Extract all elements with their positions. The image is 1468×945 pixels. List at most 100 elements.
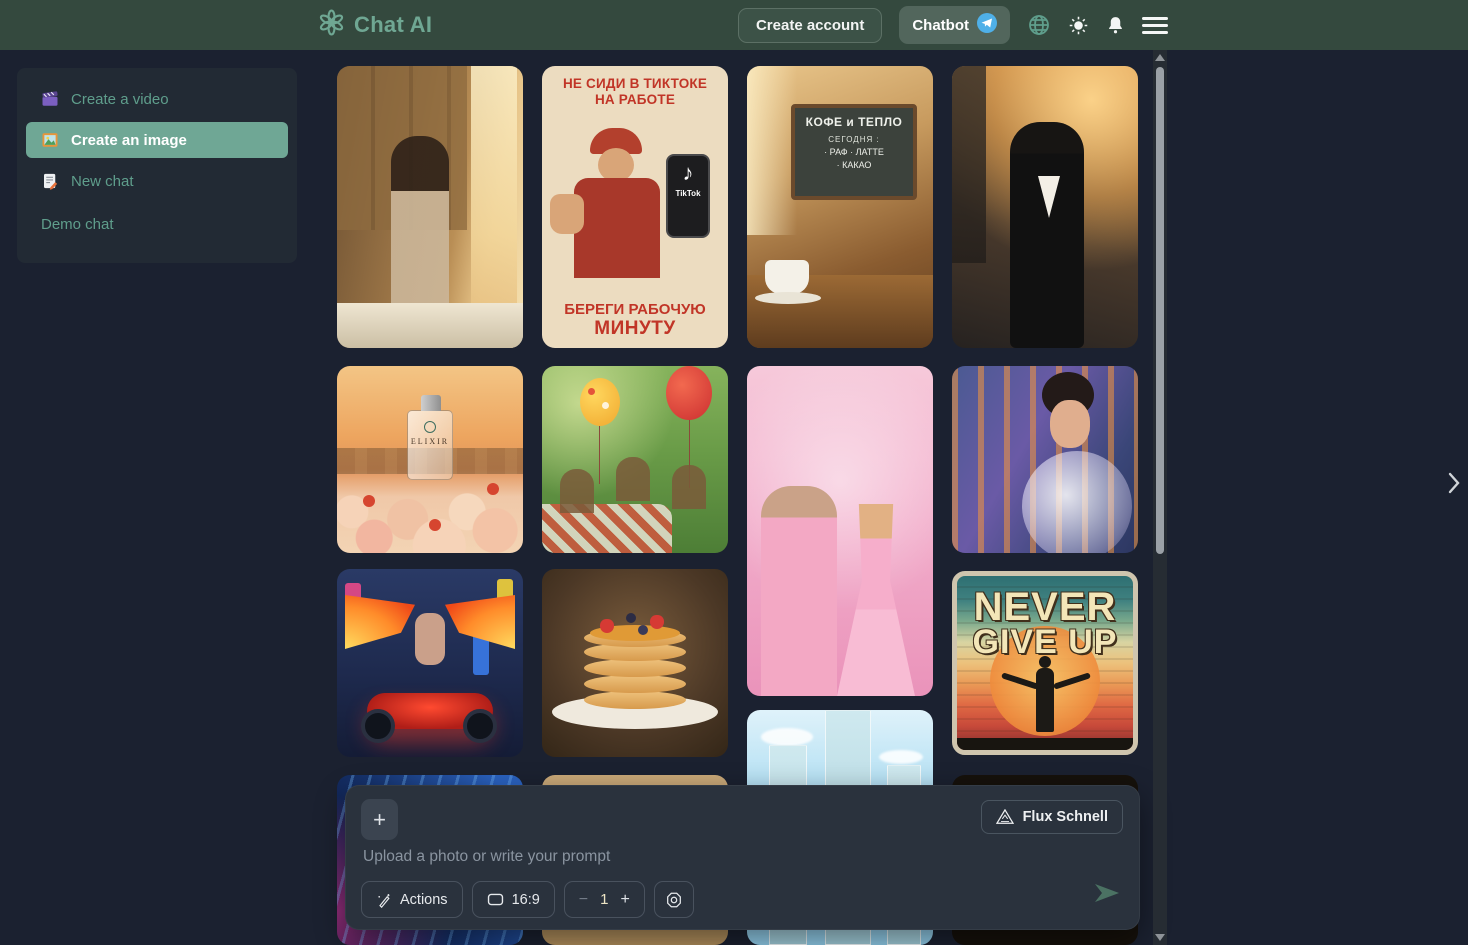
create-account-button[interactable]: Create account [737,7,883,43]
gallery-image-angel-biker[interactable] [337,569,523,757]
actions-label: Actions [400,891,448,908]
perfume-bottle: ELIXIR [407,395,453,480]
notifications-button[interactable] [1106,15,1125,35]
sidebar-item-demo-chat[interactable]: Demo chat [26,208,288,241]
balloon-string [599,424,600,484]
settings-icon [666,892,681,907]
top-navbar: Chat AI Create account Chatbot [0,0,1468,50]
bottle-label: ELIXIR [410,437,450,446]
aspect-ratio-label: 16:9 [511,891,540,908]
cloud [761,728,813,746]
chevron-right-icon [1448,472,1460,494]
memo-icon [44,173,58,190]
sidebar-item-new-chat[interactable]: New chat [26,164,288,198]
cloud [879,750,923,764]
send-button[interactable] [1093,880,1121,909]
sidebar-item-create-video[interactable]: Create a video [26,82,288,116]
hamburger-icon [1142,16,1168,20]
model-selector-button[interactable]: Flux Schnell [980,800,1123,834]
aspect-ratio-button[interactable]: 16:9 [471,881,555,918]
gallery-image-street-woman[interactable] [952,66,1138,348]
telegram-icon [977,13,997,37]
gallery-image-picnic[interactable] [542,366,728,553]
picnic-person [616,457,650,501]
leather-coat-figure [1010,122,1084,348]
picnic-person [672,465,706,509]
language-globe-button[interactable] [1027,13,1051,37]
gallery-image-cyberpunk-woman[interactable] [952,366,1138,553]
magic-wand-icon [378,893,390,908]
count-decrease-button[interactable]: − [579,891,588,909]
strawberry [650,615,664,629]
prompt-composer: + Flux Schnell Actions 16:9 [345,785,1140,930]
bottle-emblem [424,421,436,433]
cyber-face [1050,400,1090,448]
strawberry [429,519,441,531]
chatbot-button[interactable]: Chatbot [899,6,1010,44]
pink-dress-woman [837,504,915,696]
wheel [463,709,497,743]
window-glow [747,66,797,236]
brand-logo[interactable]: Chat AI [318,9,432,41]
app-window: Chat AI Create account Chatbot Create a … [0,0,1468,945]
count-increase-button[interactable]: + [620,891,629,909]
gallery-image-elixir-perfume[interactable]: ELIXIR [337,366,523,553]
poster-text: NEVER GIVE UP [972,585,1118,661]
anime-rider [415,613,445,665]
sidebar-item-create-image[interactable]: Create an image [26,122,288,158]
sun-icon [1069,16,1088,34]
blueberry [638,625,648,635]
sidebar-item-label: Create a video [71,90,169,108]
send-arrow-icon [1095,884,1119,902]
sidebar: Create a video Create an image New chat … [17,68,297,263]
gallery-image-coffee-shop[interactable]: КОФЕ и ТЕПЛО СЕГОДНЯ : · РАФ · ЛАТТЕ · К… [747,66,933,348]
wheel [361,709,395,743]
actions-button[interactable]: Actions [361,881,463,918]
aspect-ratio-icon [487,893,503,906]
gallery-image-never-give-up[interactable]: NEVER GIVE UP [952,571,1138,755]
sidebar-item-label: Create an image [71,131,187,149]
pancake-stack [584,613,686,709]
blackberry [626,613,636,623]
scrollbar-thumb[interactable] [1156,67,1164,554]
pink-suit-man [761,486,837,696]
strawberry [487,483,499,495]
poster-top-text: НЕ СИДИ В ТИКТОКЕ НА РАБОТЕ [562,76,708,108]
scroll-down-arrow[interactable] [1155,934,1165,941]
ground [957,738,1133,750]
scroll-up-arrow[interactable] [1155,54,1165,61]
expand-panel-button[interactable] [1448,472,1460,497]
worker-face [598,148,634,182]
gallery-image-barbie-couple[interactable] [747,366,933,696]
globe-icon [1029,15,1049,35]
stop-palm [550,194,584,234]
yellow-balloon [580,378,620,426]
image-count-stepper[interactable]: − 1 + [563,881,645,918]
settings-button[interactable] [653,881,694,918]
tiktok-label: TikTok [675,189,701,198]
fiery-wing-left [345,595,415,649]
strawberry [363,495,375,507]
gallery-image-pancakes[interactable] [542,569,728,757]
red-balloon [666,366,712,420]
bottle-cap [421,395,441,411]
composer-toolbar: Actions 16:9 − 1 + [361,881,694,918]
brand-name: Chat AI [354,12,433,37]
gallery-image-kitchen-woman[interactable] [337,66,523,348]
picnic-person [560,469,594,513]
theme-toggle-button[interactable] [1068,15,1089,36]
knot-logo-icon [318,9,345,41]
white-armor [1022,451,1132,553]
phone-with-tiktok: ♪ TikTok [666,154,710,238]
gallery-image-tiktok-poster[interactable]: НЕ СИДИ В ТИКТОКЕ НА РАБОТЕ ♪ TikTok БЕР… [542,66,728,348]
attach-plus-button[interactable]: + [361,799,398,840]
strawberry [600,619,614,633]
sidebar-item-label: Demo chat [41,216,114,233]
hamburger-menu-button[interactable] [1142,16,1168,34]
tiktok-note-icon: ♪ [682,160,694,185]
navbar-actions: Create account Chatbot [737,6,1168,44]
worker-figure [550,128,662,278]
worker-body [574,178,660,278]
vertical-scrollbar[interactable] [1153,50,1167,945]
prompt-input[interactable] [363,848,923,866]
